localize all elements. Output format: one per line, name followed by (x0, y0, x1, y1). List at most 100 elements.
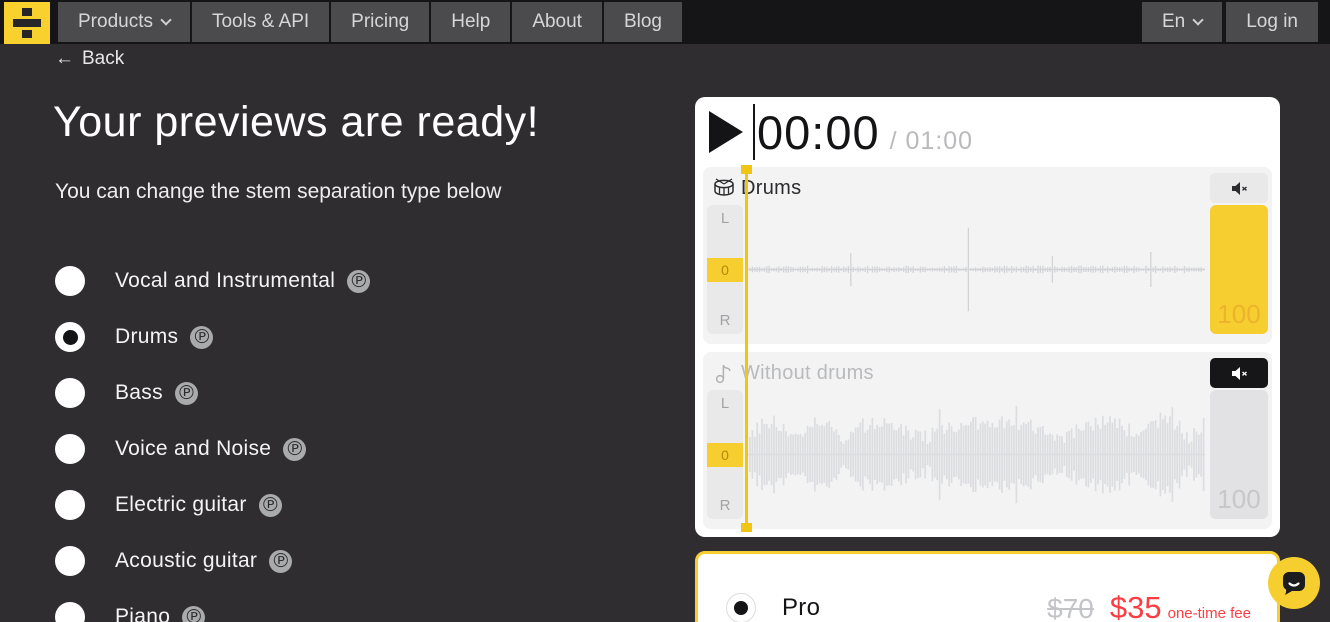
stem-option-vocal-instrumental[interactable]: Vocal and Instrumental ℗ (55, 266, 371, 296)
preview-player-card: 00:00 / 01:00 Drums L 0 R 100 Without dr… (695, 97, 1280, 537)
stem-option-label: Drums (115, 325, 179, 348)
premium-badge-icon: ℗ (174, 381, 198, 405)
track-header: Drums (703, 167, 1272, 203)
login-label: Log in (1246, 11, 1298, 32)
track-name: Drums (741, 176, 802, 199)
track-row-without-drums: Without drums L 0 R 100 (703, 352, 1272, 529)
nav-item-label: Help (451, 11, 491, 32)
stem-option-acoustic-guitar[interactable]: Acoustic guitar ℗ (55, 546, 370, 576)
track-name: Without drums (741, 361, 874, 384)
volume-slider[interactable]: 100 (1210, 390, 1268, 519)
player-header: 00:00 / 01:00 (695, 97, 1280, 167)
chevron-down-icon (160, 13, 172, 26)
time-display: 00:00 / 01:00 (757, 105, 973, 160)
plan-name: Pro (782, 594, 821, 621)
nav-item-help[interactable]: Help (431, 2, 511, 42)
radio-button[interactable] (55, 434, 85, 464)
stem-option-label: Vocal and Instrumental (115, 269, 336, 292)
stem-option-electric-guitar[interactable]: Electric guitar ℗ (55, 490, 370, 520)
price-note: one-time fee (1167, 605, 1251, 622)
nav-item-blog[interactable]: Blog (603, 2, 682, 42)
current-price: $35 (1109, 590, 1162, 622)
stem-option-piano[interactable]: Piano ℗ (55, 602, 370, 622)
stem-option-voice-noise[interactable]: Voice and Noise ℗ (55, 434, 370, 464)
volume-value: 100 (1217, 484, 1261, 514)
premium-badge-icon: ℗ (258, 493, 282, 517)
chevron-down-icon (1192, 13, 1204, 26)
radio-button[interactable] (55, 322, 85, 352)
plan-row: Pro $70 $35 one-time fee (726, 590, 1251, 622)
nav-item-label: Blog (623, 11, 662, 32)
radio-button[interactable] (55, 546, 85, 576)
speaker-muted-icon (1231, 181, 1247, 195)
nav-item-label: Products (78, 11, 153, 32)
pan-right-label: R (719, 497, 731, 514)
nav-item-about[interactable]: About (512, 2, 602, 42)
premium-badge-icon: ℗ (190, 325, 214, 349)
nav-right-group: En Log in (1141, 2, 1318, 42)
nav-item-label: Pricing (351, 11, 410, 32)
pan-left-label: L (720, 210, 730, 227)
language-label: En (1161, 11, 1186, 32)
stem-option-label: Electric guitar (115, 493, 247, 516)
radio-button[interactable] (55, 602, 85, 622)
pro-plan-card[interactable]: Pro $70 $35 one-time fee (695, 551, 1280, 622)
pan-left-label: L (720, 395, 730, 412)
nav-item-label: About (532, 11, 582, 32)
pan-right-label: R (719, 312, 731, 329)
page-subtitle: You can change the stem separation type … (55, 180, 502, 203)
waveform-without-drums[interactable] (748, 390, 1205, 519)
pan-slider[interactable]: L 0 R (707, 205, 743, 334)
pan-slider[interactable]: L 0 R (707, 390, 743, 519)
stem-option-bass[interactable]: Bass ℗ (55, 378, 370, 408)
chat-bubble-icon (1282, 572, 1305, 595)
premium-badge-icon: ℗ (347, 269, 371, 293)
nav-menu: Products Tools & API Pricing Help About … (58, 2, 682, 42)
speaker-muted-icon (1231, 366, 1247, 380)
volume-value: 100 (1217, 299, 1261, 329)
track-row-drums: Drums L 0 R 100 (703, 167, 1272, 344)
stem-option-label: Acoustic guitar (115, 549, 258, 572)
nav-item-products[interactable]: Products (58, 2, 190, 42)
plan-radio-button[interactable] (726, 593, 756, 622)
music-note-icon (711, 362, 737, 384)
radio-button[interactable] (55, 490, 85, 520)
mute-button[interactable] (1210, 173, 1268, 203)
nav-item-pricing[interactable]: Pricing (331, 2, 430, 42)
page-title: Your previews are ready! (53, 98, 540, 146)
pan-center-label: 0 (707, 442, 743, 467)
play-button-icon[interactable] (709, 111, 743, 153)
radio-button[interactable] (55, 266, 85, 296)
premium-badge-icon: ℗ (182, 605, 206, 622)
track-body: L 0 R 100 (703, 388, 1272, 527)
top-navbar: Products Tools & API Pricing Help About … (0, 0, 1330, 44)
track-body: L 0 R 100 (703, 203, 1272, 342)
language-selector[interactable]: En (1141, 2, 1223, 42)
time-cursor (753, 104, 755, 160)
nav-item-tools-api[interactable]: Tools & API (191, 2, 330, 42)
radio-button[interactable] (55, 378, 85, 408)
mute-button[interactable] (1210, 358, 1268, 388)
login-button[interactable]: Log in (1226, 2, 1318, 42)
total-time: / 01:00 (889, 126, 974, 155)
volume-slider[interactable]: 100 (1210, 205, 1268, 334)
stem-options-list: Vocal and Instrumental ℗ Drums ℗ Bass ℗ … (55, 266, 371, 622)
back-link[interactable]: ← Back (55, 48, 124, 70)
track-header: Without drums (703, 352, 1272, 388)
chat-launcher-button[interactable] (1268, 557, 1320, 609)
stem-option-label: Piano (115, 605, 171, 622)
back-label: Back (82, 48, 125, 69)
old-price: $70 (1047, 593, 1094, 622)
back-arrow-icon: ← (55, 48, 74, 69)
pan-center-label: 0 (707, 257, 743, 282)
drum-icon (711, 178, 737, 198)
current-time: 00:00 (757, 105, 880, 159)
stem-option-drums[interactable]: Drums ℗ (55, 322, 370, 352)
premium-badge-icon: ℗ (269, 549, 293, 573)
waveform-drums[interactable] (748, 205, 1205, 334)
stem-option-label: Bass (115, 381, 163, 404)
brand-logo-icon[interactable] (4, 1, 50, 44)
premium-badge-icon: ℗ (283, 437, 307, 461)
nav-item-label: Tools & API (211, 11, 310, 32)
stem-option-label: Voice and Noise (115, 437, 272, 460)
